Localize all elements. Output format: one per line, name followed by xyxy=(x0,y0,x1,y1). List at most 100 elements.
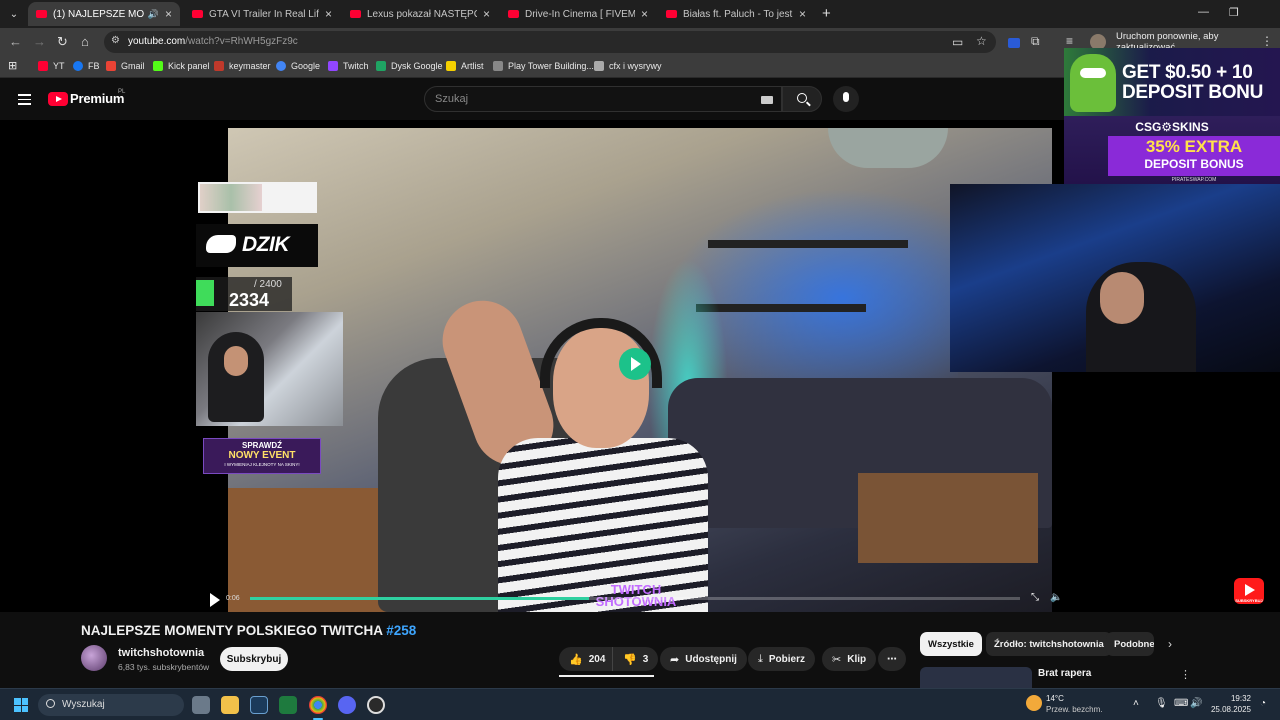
discord-icon[interactable] xyxy=(338,696,356,714)
taskbar-clock[interactable]: 19:32 xyxy=(1213,694,1251,703)
site-info-icon[interactable]: ⚙ xyxy=(111,35,120,46)
browser-menu-icon[interactable]: ⋮ xyxy=(1261,34,1273,48)
recommended-more-icon[interactable]: ⋮ xyxy=(1180,668,1191,681)
media-control-icon[interactable]: ≡ xyxy=(1066,34,1073,48)
address-bar[interactable]: ⚙ youtube.com/watch?v=RhWH5gzFz9c ▭ ☆ xyxy=(104,31,996,53)
windows-start-icon[interactable] xyxy=(14,698,28,712)
notification-icon[interactable]: ◔ xyxy=(1260,698,1266,709)
tab-close-icon[interactable]: × xyxy=(165,7,172,21)
more-actions-button[interactable]: ⋯ xyxy=(878,647,906,671)
task-view-icon[interactable] xyxy=(192,696,210,714)
chevron-right-icon[interactable]: › xyxy=(1168,637,1172,651)
home-icon[interactable]: ⌂ xyxy=(81,34,89,49)
google-icon xyxy=(276,61,286,71)
chip-source[interactable]: Źródło: twitchshotownia xyxy=(986,632,1112,656)
overlay-product-ad xyxy=(198,182,317,213)
tab-lexus[interactable]: Lexus pokazał NASTĘPCĘ LFA! × xyxy=(342,2,498,26)
clip-button[interactable]: ✂ Klip xyxy=(822,647,877,671)
speaker-icon[interactable]: 🔊 xyxy=(1190,698,1202,709)
menu-hamburger-icon[interactable] xyxy=(18,94,31,108)
new-tab-plus-icon[interactable]: + xyxy=(822,5,831,22)
bookmark-label: keymaster xyxy=(229,61,271,71)
volume-icon[interactable]: 🔈 xyxy=(1050,592,1062,603)
voice-search-button[interactable] xyxy=(833,86,859,112)
bookmark-twitch[interactable]: Twitch xyxy=(328,61,369,71)
play-pause-button[interactable] xyxy=(210,593,220,607)
minimize-icon[interactable]: — xyxy=(1198,6,1209,18)
bookmark-yt[interactable]: YT xyxy=(38,61,65,71)
bookmark-artlist[interactable]: Artlist xyxy=(446,61,484,71)
extension-icon[interactable] xyxy=(1008,38,1020,48)
extensions-puzzle-icon[interactable]: ⧉ xyxy=(1031,34,1040,49)
taskbar-search[interactable]: Wyszukaj xyxy=(38,694,184,716)
channel-name[interactable]: twitchshotownia xyxy=(118,647,204,659)
thumbs-up-icon: 👍 xyxy=(569,653,583,666)
video-player[interactable]: DZIK / 2400 2334 SPRAWDŹ NOWY EVENT I WY… xyxy=(0,120,1280,612)
bookmark-kick-panel[interactable]: Kick panel xyxy=(153,61,210,71)
restore-icon[interactable]: ❐ xyxy=(1229,6,1239,19)
tab-youtube-active[interactable]: (1) NAJLEPSZE MOMENTY P 🔊 × xyxy=(28,2,180,26)
bookmark-fb[interactable]: FB xyxy=(73,61,100,71)
network-icon[interactable]: ⌨ xyxy=(1174,698,1188,709)
bookmark-cfx[interactable]: cfx i wysrywy xyxy=(594,61,662,71)
subscribe-button[interactable]: Subskrybuj xyxy=(220,647,288,671)
recommended-title[interactable]: Brat rapera xyxy=(1038,668,1091,679)
tab-gta-trailer[interactable]: GTA VI Trailer In Real Life - YouT × xyxy=(184,2,340,26)
youtube-icon xyxy=(38,61,48,71)
fullscreen-icon[interactable]: ⤡ xyxy=(1031,592,1039,603)
tab-drive-in-cinema[interactable]: Drive-In Cinema [ FIVEM MAP ] × xyxy=(500,2,656,26)
youtube-favicon-icon xyxy=(36,10,47,18)
steam-icon[interactable] xyxy=(250,696,268,714)
tab-close-icon[interactable]: × xyxy=(325,7,332,21)
tray-chevron-icon[interactable]: ˄ xyxy=(1133,698,1139,709)
tab-bialas[interactable]: Białas ft. Paluch - To jest hip-hop × xyxy=(658,2,814,26)
reload-icon[interactable]: ↻ xyxy=(57,34,68,50)
event-line-1: SPRAWDŹ xyxy=(242,441,282,450)
bookmark-play-tower[interactable]: Play Tower Building... xyxy=(493,61,594,71)
tab-close-icon[interactable]: × xyxy=(483,7,490,21)
channel-avatar[interactable] xyxy=(81,645,107,671)
recommended-thumbnail[interactable] xyxy=(920,667,1032,688)
share-icon: ➦ xyxy=(670,653,680,666)
progress-bar[interactable] xyxy=(250,597,1020,600)
subscribe-watermark-icon[interactable]: SUBSKRYBUJ xyxy=(1234,578,1264,604)
bookmark-keymaster[interactable]: keymaster xyxy=(214,61,271,71)
chip-all[interactable]: Wszystkie xyxy=(920,632,982,656)
microphone-icon[interactable]: 🎙 xyxy=(1155,698,1168,709)
share-button[interactable]: ➦ Udostępnij xyxy=(660,647,747,671)
forward-arrow-icon[interactable]: → xyxy=(33,34,46,49)
apps-grid-icon[interactable]: ⊞ xyxy=(8,59,17,72)
weather-icon[interactable] xyxy=(1026,695,1042,711)
file-explorer-icon[interactable] xyxy=(221,696,239,714)
obs-icon[interactable] xyxy=(367,696,385,714)
dislike-button[interactable]: 👎 3 xyxy=(612,647,659,671)
bookmark-dysk-google[interactable]: Dysk Google xyxy=(376,61,443,71)
chrome-icon[interactable] xyxy=(309,696,327,714)
youtube-logo-icon[interactable] xyxy=(48,92,68,106)
youtube-premium-brand[interactable]: Premium xyxy=(70,91,124,106)
tab-search-chevron-icon[interactable]: ⌄ xyxy=(4,4,24,24)
tab-close-icon[interactable]: × xyxy=(641,7,648,21)
taskbar-date[interactable]: 25.08.2025 xyxy=(1205,705,1251,714)
excel-icon[interactable] xyxy=(279,696,297,714)
bookmark-star-icon[interactable]: ☆ xyxy=(976,34,987,48)
cast-icon[interactable]: ▭ xyxy=(952,35,963,49)
search-input[interactable]: Szukaj xyxy=(424,86,782,112)
bookmark-google[interactable]: Google xyxy=(276,61,320,71)
video-hashtag[interactable]: #258 xyxy=(386,623,416,638)
taskbar-search-placeholder: Wyszukaj xyxy=(62,699,105,710)
display-ad[interactable]: GET $0.50 + 10 DEPOSIT BONU CSG⚙SKINS 35… xyxy=(1064,48,1280,184)
keyboard-icon[interactable] xyxy=(761,96,773,104)
tab-close-icon[interactable]: × xyxy=(799,7,806,21)
search-button[interactable] xyxy=(782,86,822,112)
back-arrow-icon[interactable]: ← xyxy=(9,34,22,49)
current-time: 0:06 xyxy=(226,595,240,602)
chip-similar[interactable]: Podobne xyxy=(1106,632,1154,656)
center-play-icon[interactable] xyxy=(619,348,651,380)
youtube-favicon-icon xyxy=(350,10,361,18)
tab-audio-icon[interactable]: 🔊 xyxy=(148,9,159,20)
download-button[interactable]: ⤓ Pobierz xyxy=(748,647,815,671)
bookmark-gmail[interactable]: Gmail xyxy=(106,61,145,71)
like-button[interactable]: 👍 204 xyxy=(559,647,618,671)
microphone-icon xyxy=(843,92,849,102)
